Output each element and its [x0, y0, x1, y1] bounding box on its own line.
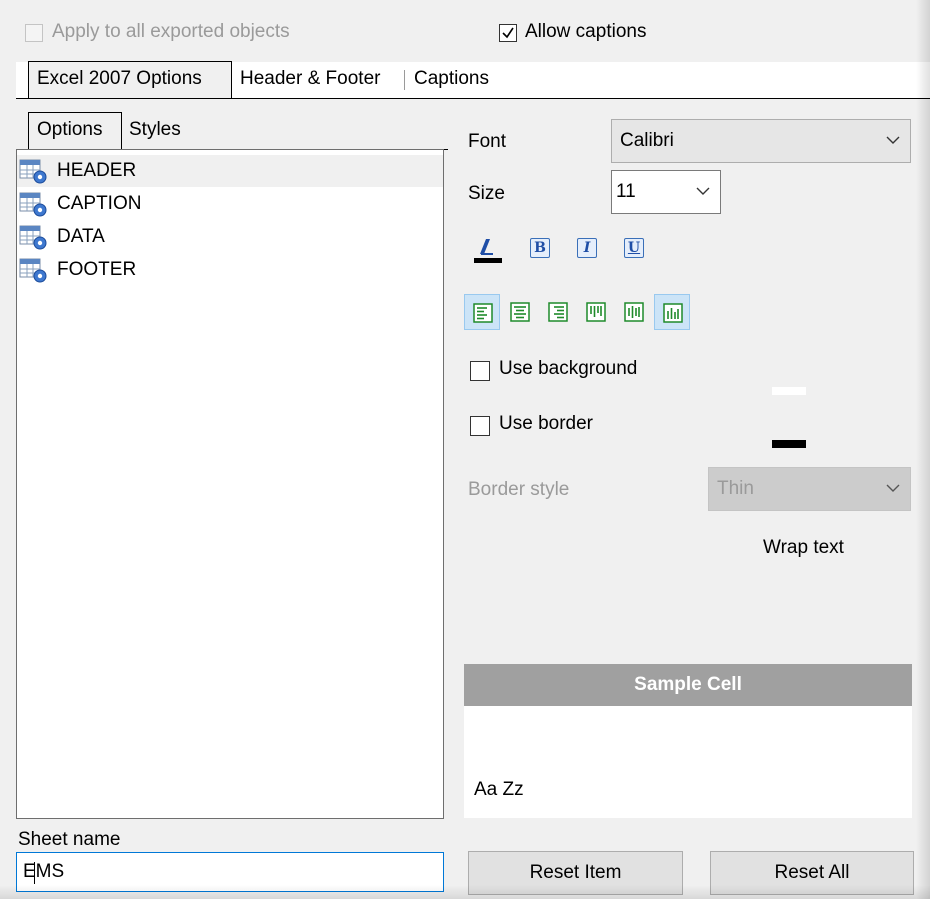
tab-options[interactable]: Options: [28, 112, 122, 149]
style-item-icon: [19, 225, 49, 257]
allow-captions-label: Allow captions: [525, 21, 647, 42]
list-item[interactable]: FOOTER: [17, 254, 443, 286]
chevron-down-icon: [886, 136, 900, 144]
valign-bottom-button[interactable]: [654, 294, 690, 330]
border-color-swatch[interactable]: [772, 440, 806, 448]
background-color-swatch[interactable]: [772, 387, 806, 395]
apply-all-checkbox[interactable]: [25, 24, 43, 42]
style-item-icon: [19, 159, 49, 191]
size-label: Size: [468, 183, 505, 204]
valign-middle-button[interactable]: [616, 294, 652, 330]
bold-button[interactable]: B: [530, 238, 550, 258]
wrap-text-label: Wrap text: [763, 537, 844, 558]
main-tab-strip: Excel 2007 Options Header & Footer Capti…: [16, 61, 930, 99]
border-style-select[interactable]: Thin: [708, 467, 911, 511]
align-left-icon: [473, 303, 493, 323]
sample-cell-header: Sample Cell: [464, 664, 912, 706]
align-right-button[interactable]: [540, 294, 576, 330]
sample-cell-text: Aa Zz: [474, 779, 524, 800]
allow-captions-checkbox[interactable]: [499, 24, 517, 42]
list-item[interactable]: DATA: [17, 221, 443, 253]
size-select[interactable]: 11: [611, 170, 721, 214]
valign-top-icon: [586, 302, 606, 322]
style-item-icon: [19, 258, 49, 290]
underline-button[interactable]: U: [624, 238, 644, 258]
font-color-button[interactable]: [474, 236, 502, 266]
use-border-checkbox[interactable]: [470, 416, 490, 436]
italic-button[interactable]: I: [577, 238, 597, 258]
align-center-button[interactable]: [502, 294, 538, 330]
sample-cell-preview: Aa Zz: [464, 706, 912, 818]
align-right-icon: [548, 302, 568, 322]
valign-top-button[interactable]: [578, 294, 614, 330]
list-item[interactable]: HEADER: [17, 155, 443, 187]
chevron-down-icon: [886, 484, 900, 492]
align-left-button[interactable]: [464, 294, 500, 330]
sheet-name-label: Sheet name: [18, 829, 121, 850]
list-item[interactable]: CAPTION: [17, 188, 443, 220]
tab-excel-2007-options[interactable]: Excel 2007 Options: [28, 61, 232, 98]
font-select[interactable]: Calibri: [611, 119, 911, 163]
border-style-label: Border style: [468, 479, 570, 500]
align-center-icon: [510, 302, 530, 322]
sub-tab-strip: Options Styles: [16, 112, 448, 150]
font-color-icon: [474, 239, 502, 263]
valign-middle-icon: [624, 302, 644, 322]
style-items-list[interactable]: HEADER CAPTION DATA FOOTER: [16, 149, 444, 819]
chevron-down-icon: [696, 187, 710, 195]
tab-header-footer[interactable]: Header & Footer: [240, 62, 380, 96]
style-item-icon: [19, 192, 49, 224]
checkmark-icon: [502, 27, 514, 39]
text-caret: [34, 862, 35, 884]
use-background-checkbox[interactable]: [470, 361, 490, 381]
valign-bottom-icon: [663, 303, 683, 323]
tab-styles[interactable]: Styles: [129, 113, 181, 147]
use-background-label: Use background: [499, 358, 638, 379]
font-label: Font: [468, 131, 507, 152]
apply-all-label: Apply to all exported objects: [52, 21, 290, 42]
tab-captions[interactable]: Captions: [414, 62, 489, 96]
use-border-label: Use border: [499, 413, 593, 434]
